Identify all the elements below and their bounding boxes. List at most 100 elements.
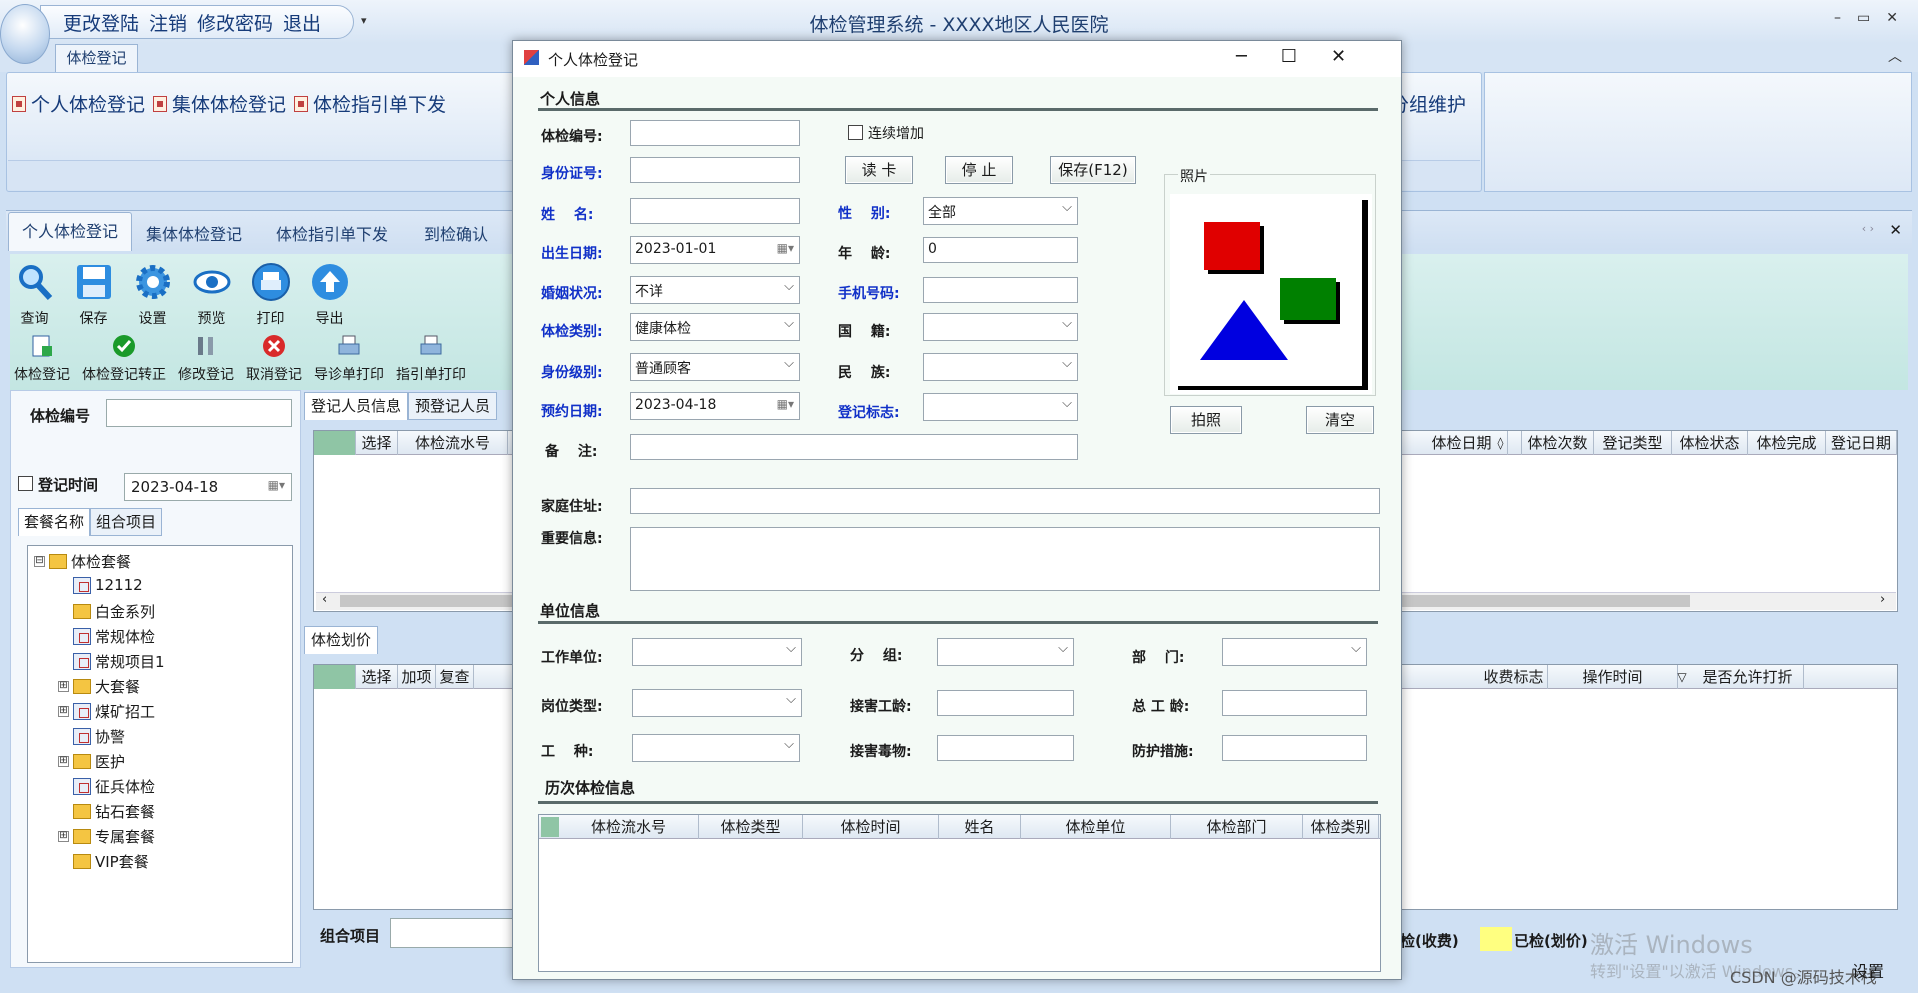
ribbon-collapse-icon[interactable]: ︿ <box>1888 46 1902 66</box>
tree-node[interactable]: 白金系列 <box>58 601 155 622</box>
tree-node[interactable]: ⊟ 体检套餐 <box>34 551 131 572</box>
col-recheck[interactable]: 复查 <box>436 665 474 689</box>
col-exam-count[interactable]: 体检次数 <box>1522 431 1594 455</box>
phone-field[interactable] <box>923 277 1078 303</box>
tab-package-name[interactable]: 套餐名称 <box>18 508 91 536</box>
tab-exam-pricing[interactable]: 体检划价 <box>304 626 379 654</box>
ribbon-guide-sheet-button[interactable]: 体检指引单下发 <box>294 90 446 117</box>
doc-tab-arrival-confirm[interactable]: 到检确认 <box>424 221 488 245</box>
preview-button[interactable]: 预览 <box>189 262 234 328</box>
query-button[interactable]: 查询 <box>12 262 57 328</box>
col-allow-discount[interactable]: 是否允许打折 <box>1692 665 1804 689</box>
col-exam-done[interactable]: 体检完成 <box>1748 431 1826 455</box>
register-button[interactable]: 体检登记 <box>14 334 70 384</box>
tree-node[interactable]: ⊞ 煤矿招工 <box>58 701 155 722</box>
tree-node[interactable]: 钻石套餐 <box>58 801 155 822</box>
tree-toggle-icon[interactable]: ⊞ <box>58 681 69 692</box>
guide-print-button[interactable]: 导诊单打印 <box>314 334 384 384</box>
birth-date-picker[interactable]: 2023-01-01 <box>630 236 800 264</box>
app-menu-orb[interactable] <box>0 4 50 64</box>
tree-node[interactable]: VIP套餐 <box>58 851 149 872</box>
modify-register-button[interactable]: 修改登记 <box>178 334 234 384</box>
ribbon-personal-register-button[interactable]: 个人体检登记 <box>12 90 145 117</box>
calendar-icon[interactable]: ▦▾ <box>268 478 285 492</box>
tab-registered-info[interactable]: 登记人员信息 <box>304 392 409 420</box>
reg-time-checkbox[interactable] <box>18 476 33 491</box>
col-charge-flag[interactable]: 收费标志 <box>1480 665 1548 689</box>
settings-button[interactable]: 设置 <box>130 262 175 328</box>
gender-select[interactable]: 全部 <box>923 197 1078 225</box>
col-exam-unit[interactable]: 体检单位 <box>1021 815 1171 839</box>
col-exam-category[interactable]: 体检类别 <box>1303 815 1379 839</box>
clear-photo-button[interactable]: 清空 <box>1306 406 1374 434</box>
tree-toggle-icon[interactable]: ⊟ <box>34 556 45 567</box>
marital-select[interactable]: 不详 <box>630 276 800 304</box>
col-select[interactable]: 选择 <box>356 665 398 689</box>
col-exam-type[interactable]: 体检类型 <box>699 815 803 839</box>
ethnic-select[interactable] <box>923 353 1078 381</box>
scroll-left-icon[interactable]: ‹ <box>322 592 327 607</box>
exposure-years-field[interactable] <box>937 690 1074 716</box>
maximize-icon[interactable]: ☐ <box>1281 46 1297 67</box>
id-level-select[interactable]: 普通顾客 <box>630 353 800 381</box>
age-field[interactable]: 0 <box>923 237 1078 263</box>
close-icon[interactable]: ✕ <box>1886 10 1898 26</box>
stop-button[interactable]: 停 止 <box>945 156 1013 184</box>
tree-node[interactable]: ⊞ 专属套餐 <box>58 826 155 847</box>
settings-link[interactable]: 设置 <box>1852 958 1884 982</box>
exam-no-field[interactable] <box>630 120 800 146</box>
exam-type-select[interactable]: 健康体检 <box>630 313 800 341</box>
ribbon-group-register-button[interactable]: 集体体检登记 <box>153 90 286 117</box>
sort-icon[interactable]: ◊ <box>1494 431 1508 455</box>
close-icon[interactable]: ✕ <box>1331 46 1346 67</box>
save-f12-button[interactable]: 保存(F12) <box>1050 156 1136 184</box>
doc-tab-close-icon[interactable]: ✕ <box>1889 221 1902 239</box>
doc-tab-guide-sheet[interactable]: 体检指引单下发 <box>276 221 388 245</box>
col-exam-status[interactable]: 体检状态 <box>1672 431 1748 455</box>
scroll-right-icon[interactable]: › <box>1880 592 1885 607</box>
appointment-date-picker[interactable]: 2023-04-18 <box>630 392 800 420</box>
tab-pre-registered[interactable]: 预登记人员 <box>408 392 498 420</box>
tree-toggle-icon[interactable]: ⊞ <box>58 756 69 767</box>
col-serial-no[interactable]: 体检流水号 <box>559 815 699 839</box>
print-button[interactable]: 打印 <box>248 262 293 328</box>
col-operate-time[interactable]: 操作时间 <box>1548 665 1678 689</box>
read-card-button[interactable]: 读 卡 <box>845 156 913 184</box>
tree-node[interactable]: 征兵体检 <box>58 776 155 797</box>
col-reg-type[interactable]: 登记类型 <box>1594 431 1672 455</box>
id-no-field[interactable] <box>630 157 800 183</box>
restore-icon[interactable]: ▭ <box>1857 10 1870 26</box>
ribbon-tab-register[interactable]: 体检登记 <box>55 44 138 72</box>
post-type-select[interactable] <box>632 689 802 717</box>
remark-field[interactable] <box>630 434 1078 460</box>
export-button[interactable]: 导出 <box>307 262 352 328</box>
work-unit-select[interactable] <box>632 638 802 666</box>
tab-combo-items[interactable]: 组合项目 <box>90 508 163 536</box>
minimize-icon[interactable]: ─ <box>1236 46 1247 67</box>
col-exam-time[interactable]: 体检时间 <box>803 815 939 839</box>
col-reg-date[interactable]: 登记日期 <box>1826 431 1897 455</box>
tree-node[interactable]: 常规项目1 <box>58 651 165 672</box>
tree-node[interactable]: ⊞ 医护 <box>58 751 125 772</box>
doc-tab-group-register[interactable]: 集体体检登记 <box>146 221 242 245</box>
tree-node[interactable]: 协警 <box>58 726 125 747</box>
tree-toggle-icon[interactable]: ⊞ <box>58 706 69 717</box>
total-years-field[interactable] <box>1222 690 1367 716</box>
reg-date-picker[interactable]: 2023-04-18 ▦▾ <box>124 473 292 501</box>
department-select[interactable] <box>1222 638 1367 666</box>
doc-tab-nav-icon[interactable]: ‹ › <box>1862 222 1874 235</box>
tree-node[interactable]: 常规体检 <box>58 626 155 647</box>
tree-node[interactable]: 12112 <box>58 576 143 594</box>
exam-no-search-input[interactable] <box>106 399 292 427</box>
important-info-textarea[interactable] <box>630 527 1380 591</box>
col-exam-dept[interactable]: 体检部门 <box>1171 815 1303 839</box>
toxin-field[interactable] <box>937 735 1074 761</box>
reg-flag-select[interactable] <box>923 393 1078 421</box>
nationality-select[interactable] <box>923 313 1078 341</box>
job-type-select[interactable] <box>632 734 800 762</box>
filter-icon[interactable]: ▽ <box>1676 665 1688 689</box>
register-confirm-button[interactable]: 体检登记转正 <box>82 334 166 384</box>
tree-toggle-icon[interactable]: ⊞ <box>58 831 69 842</box>
guide-sheet-print-button[interactable]: 指引单打印 <box>396 334 466 384</box>
col-serial-no[interactable]: 体检流水号 <box>398 431 508 455</box>
